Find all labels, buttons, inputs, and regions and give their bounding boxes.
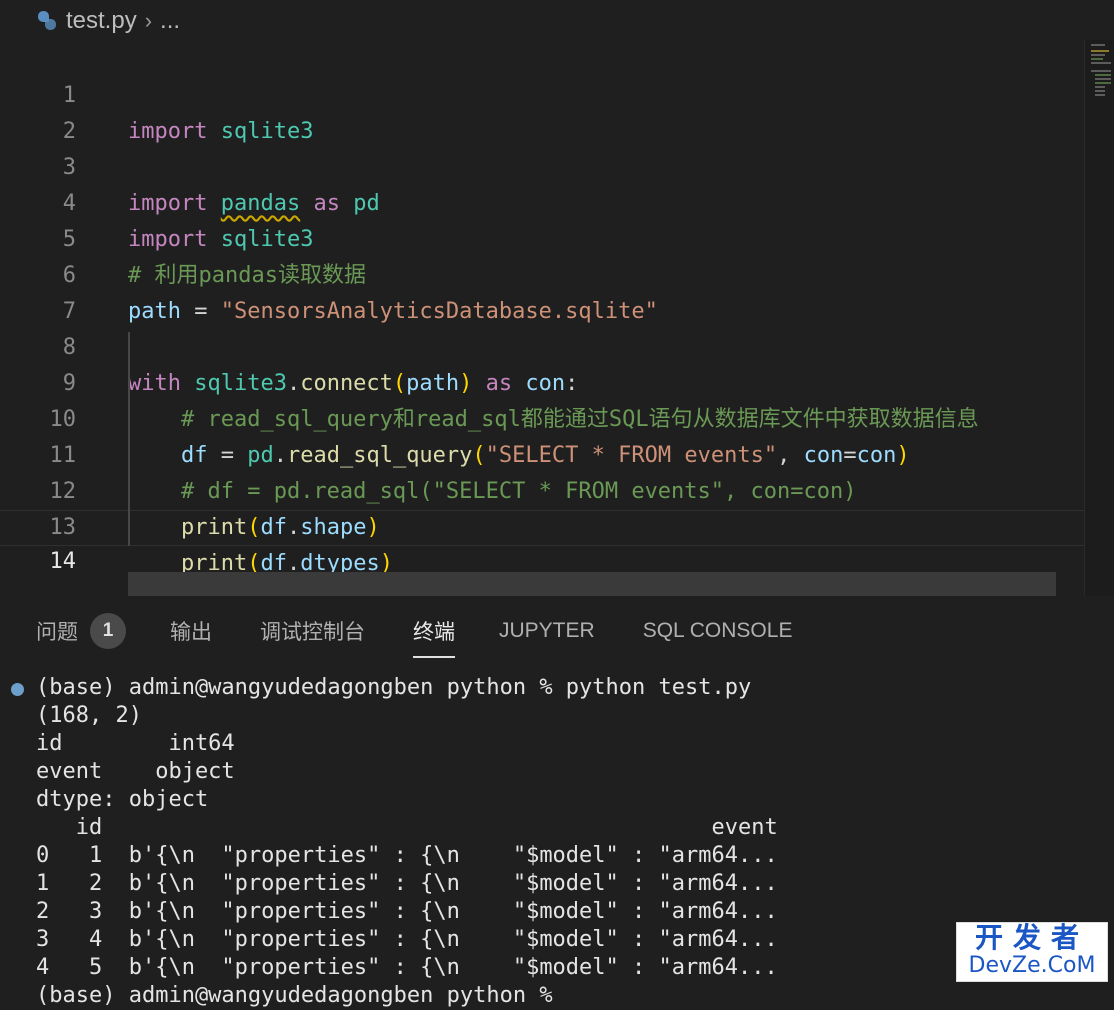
- code-line-12[interactable]: 12 print(df.shape): [0, 438, 1084, 540]
- tab-label: 问题: [36, 621, 78, 644]
- terminal-line: 0 1 b'{\n "properties" : {\n "$model" : …: [36, 843, 778, 868]
- code-editor[interactable]: test.py › ... 1 import sqlite3 2 3 impor…: [0, 0, 1114, 609]
- terminal-line: event object: [36, 759, 235, 784]
- watermark-en: DevZe.CoM: [968, 953, 1096, 978]
- terminal-prompt[interactable]: (base) admin@wangyudedagongben python %: [0, 982, 1114, 1010]
- code-line-6[interactable]: 6 path = "SensorsAnalyticsDatabase.sqlit…: [0, 222, 1084, 324]
- tab-problems[interactable]: 问题 1: [36, 596, 126, 666]
- minimap[interactable]: [1084, 40, 1114, 596]
- code-line-8[interactable]: 8 with sqlite3.connect(path) as con:: [0, 294, 1084, 396]
- code-line-14[interactable]: 14 print(df.head()): [0, 510, 1084, 609]
- command-status-dot-icon: [11, 683, 24, 696]
- tab-terminal[interactable]: 终端: [413, 596, 455, 666]
- tab-sql-console[interactable]: SQL CONSOLE: [643, 596, 793, 666]
- python-file-icon: [36, 10, 58, 32]
- code-line-3[interactable]: 3 import pandas as pd: [0, 114, 1084, 216]
- terminal-line: id int64: [36, 731, 235, 756]
- indent-guide: [128, 332, 130, 546]
- terminal-line: 3 4 b'{\n "properties" : {\n "$model" : …: [36, 927, 778, 952]
- panel-tabs: 问题 1 输出 调试控制台 终端 JUPYTER SQL CONSOLE: [0, 596, 1114, 666]
- tab-label: 终端: [413, 621, 455, 644]
- terminal-line: id event: [36, 815, 778, 840]
- terminal-line: 4 5 b'{\n "properties" : {\n "$model" : …: [36, 955, 778, 980]
- tab-jupyter[interactable]: JUPYTER: [499, 596, 595, 666]
- tab-label: 调试控制台: [260, 621, 365, 644]
- tab-debug-console[interactable]: 调试控制台: [260, 596, 365, 666]
- breadcrumb-more[interactable]: ...: [160, 7, 180, 35]
- horizontal-scrollbar[interactable]: [128, 572, 1056, 596]
- problems-count-badge: 1: [90, 613, 126, 649]
- watermark-logo: 开发者 DevZe.CoM: [956, 922, 1108, 982]
- terminal-output[interactable]: (base) admin@wangyudedagongben python % …: [0, 674, 1114, 1008]
- code-line-1[interactable]: 1 import sqlite3: [0, 42, 1084, 144]
- code-line-4[interactable]: 4 import sqlite3: [0, 150, 1084, 252]
- line-number: 14: [49, 549, 77, 574]
- watermark-cn: 开发者: [974, 921, 1089, 954]
- tab-label: JUPYTER: [499, 619, 595, 642]
- terminal-line: (168, 2): [36, 703, 142, 728]
- breadcrumb: test.py › ...: [36, 6, 180, 36]
- terminal-line: (base) admin@wangyudedagongben python % …: [0, 674, 1114, 702]
- tab-label: 输出: [170, 621, 212, 644]
- code-area[interactable]: 1 import sqlite3 2 3 import pandas as pd…: [0, 42, 1084, 609]
- code-line-11[interactable]: 11 # df = pd.read_sql("SELECT * FROM eve…: [0, 402, 1084, 504]
- breadcrumb-file[interactable]: test.py: [66, 7, 137, 35]
- code-line-7[interactable]: 7: [0, 258, 1084, 324]
- code-line-13[interactable]: 13 print(df.dtypes): [0, 474, 1084, 576]
- code-line-5[interactable]: 5 # 利用pandas读取数据: [0, 186, 1084, 288]
- tab-label: SQL CONSOLE: [642, 619, 793, 642]
- terminal-line: 2 3 b'{\n "properties" : {\n "$model" : …: [36, 899, 778, 924]
- code-line-9[interactable]: 9 # read_sql_query和read_sql都能通过SQL语句从数据库…: [0, 330, 1084, 432]
- terminal-line: 1 2 b'{\n "properties" : {\n "$model" : …: [36, 871, 778, 896]
- code-line-10[interactable]: 10 df = pd.read_sql_query("SELECT * FROM…: [0, 366, 1084, 468]
- terminal-line: dtype: object: [36, 787, 209, 812]
- code-line-2[interactable]: 2: [0, 78, 1084, 144]
- tab-output[interactable]: 输出: [170, 596, 212, 666]
- chevron-right-icon: ›: [144, 8, 153, 33]
